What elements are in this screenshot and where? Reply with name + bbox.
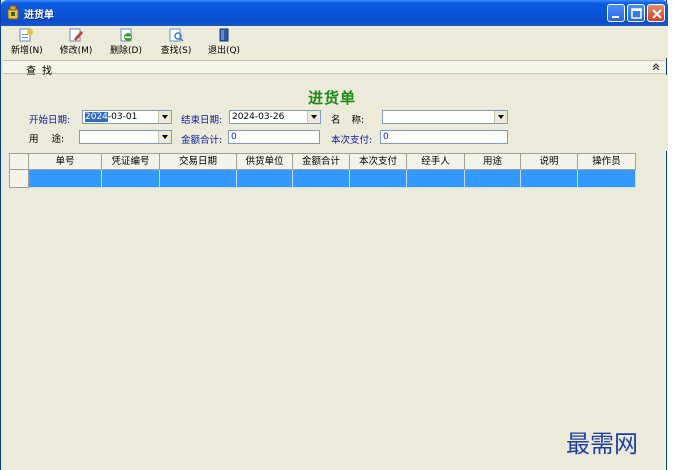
start-date-dropdown-icon[interactable]	[158, 111, 171, 123]
total-field[interactable]: 0	[228, 130, 320, 144]
table-cell[interactable]	[293, 170, 350, 188]
query-form: 进货单 开始日期: 2024-03-01 结束日期: 2024-03-26 名 …	[1, 75, 668, 151]
app-window: 进货单 新增(N) 修改(M) 删除(D) 查找(S) 退出(Q) 查找 进货单…	[0, 0, 668, 470]
watermark: 最需网	[566, 430, 638, 458]
payment-field[interactable]: 0	[380, 130, 508, 144]
total-value: 0	[231, 132, 237, 142]
purpose-label: 用 途:	[29, 134, 65, 145]
grid-header: 单号 凭证编号 交易日期 供货单位 金额合计 本次支付 经手人 用途 说明 操作…	[9, 153, 636, 170]
toolbar: 新增(N) 修改(M) 删除(D) 查找(S) 退出(Q)	[1, 26, 668, 58]
purpose-dropdown-icon[interactable]	[158, 131, 171, 143]
new-button-label: 新增(N)	[11, 46, 43, 56]
column-header[interactable]: 供货单位	[237, 153, 293, 170]
app-icon	[7, 5, 19, 20]
payment-label: 本次支付:	[331, 135, 373, 146]
table-cell[interactable]	[578, 170, 636, 188]
column-header[interactable]: 操作员	[578, 153, 636, 170]
column-header[interactable]: 说明	[521, 153, 578, 170]
start-date-year: 2024	[85, 112, 108, 122]
edit-button-label: 修改(M)	[59, 46, 93, 56]
edit-icon	[69, 28, 83, 42]
end-date-field[interactable]: 2024-03-26	[229, 110, 321, 124]
exit-icon	[219, 28, 229, 42]
column-header[interactable]: 用途	[465, 153, 521, 170]
column-header[interactable]: 单号	[29, 153, 102, 170]
exit-button[interactable]: 退出(Q)	[207, 28, 241, 56]
new-button[interactable]: 新增(N)	[11, 28, 43, 56]
form-title: 进货单	[308, 89, 357, 107]
column-header[interactable]: 金额合计	[293, 153, 350, 170]
exit-button-label: 退出(Q)	[207, 46, 241, 56]
delete-icon	[120, 28, 132, 42]
maximize-icon	[631, 8, 642, 19]
table-cell[interactable]	[521, 170, 578, 188]
title-bar[interactable]: 进货单	[1, 0, 668, 26]
table-cell[interactable]	[407, 170, 465, 188]
minimize-icon	[612, 16, 619, 18]
purpose-select[interactable]	[79, 130, 172, 144]
grid-corner	[9, 153, 29, 170]
name-select[interactable]	[382, 110, 508, 124]
delete-button[interactable]: 删除(D)	[109, 28, 143, 56]
find-button-label: 查找(S)	[160, 46, 192, 56]
end-date-label: 结束日期:	[181, 115, 223, 126]
edit-button[interactable]: 修改(M)	[59, 28, 93, 56]
name-label: 名 称:	[331, 115, 365, 126]
search-panel-header[interactable]: 查找	[3, 60, 665, 77]
start-date-rest: -03-01	[107, 112, 138, 122]
column-header[interactable]: 本次支付	[350, 153, 407, 170]
close-icon	[652, 9, 662, 19]
column-header[interactable]: 凭证编号	[102, 153, 160, 170]
table-cell[interactable]	[465, 170, 521, 188]
column-header[interactable]: 交易日期	[160, 153, 237, 170]
collapse-icon[interactable]	[651, 62, 661, 72]
end-date-dropdown-icon[interactable]	[307, 111, 320, 123]
table-cell[interactable]	[102, 170, 160, 188]
start-date-field[interactable]: 2024-03-01	[82, 110, 172, 124]
name-dropdown-icon[interactable]	[494, 111, 507, 123]
total-label: 金额合计:	[181, 135, 223, 146]
new-icon	[19, 28, 33, 42]
close-button[interactable]	[647, 4, 665, 22]
row-header[interactable]	[9, 170, 29, 188]
payment-value: 0	[383, 132, 389, 142]
find-icon	[169, 28, 184, 42]
delete-button-label: 删除(D)	[110, 46, 142, 56]
minimize-button[interactable]	[607, 4, 625, 22]
column-header[interactable]: 经手人	[407, 153, 465, 170]
table-cell[interactable]	[29, 170, 102, 188]
table-cell[interactable]	[350, 170, 407, 188]
maximize-button[interactable]	[627, 4, 645, 22]
end-date-value: 2024-03-26	[232, 112, 285, 122]
table-row[interactable]	[9, 170, 636, 188]
window-title: 进货单	[24, 10, 54, 21]
start-date-label: 开始日期:	[29, 115, 71, 126]
find-button[interactable]: 查找(S)	[159, 28, 193, 56]
table-cell[interactable]	[160, 170, 237, 188]
table-cell[interactable]	[237, 170, 293, 188]
